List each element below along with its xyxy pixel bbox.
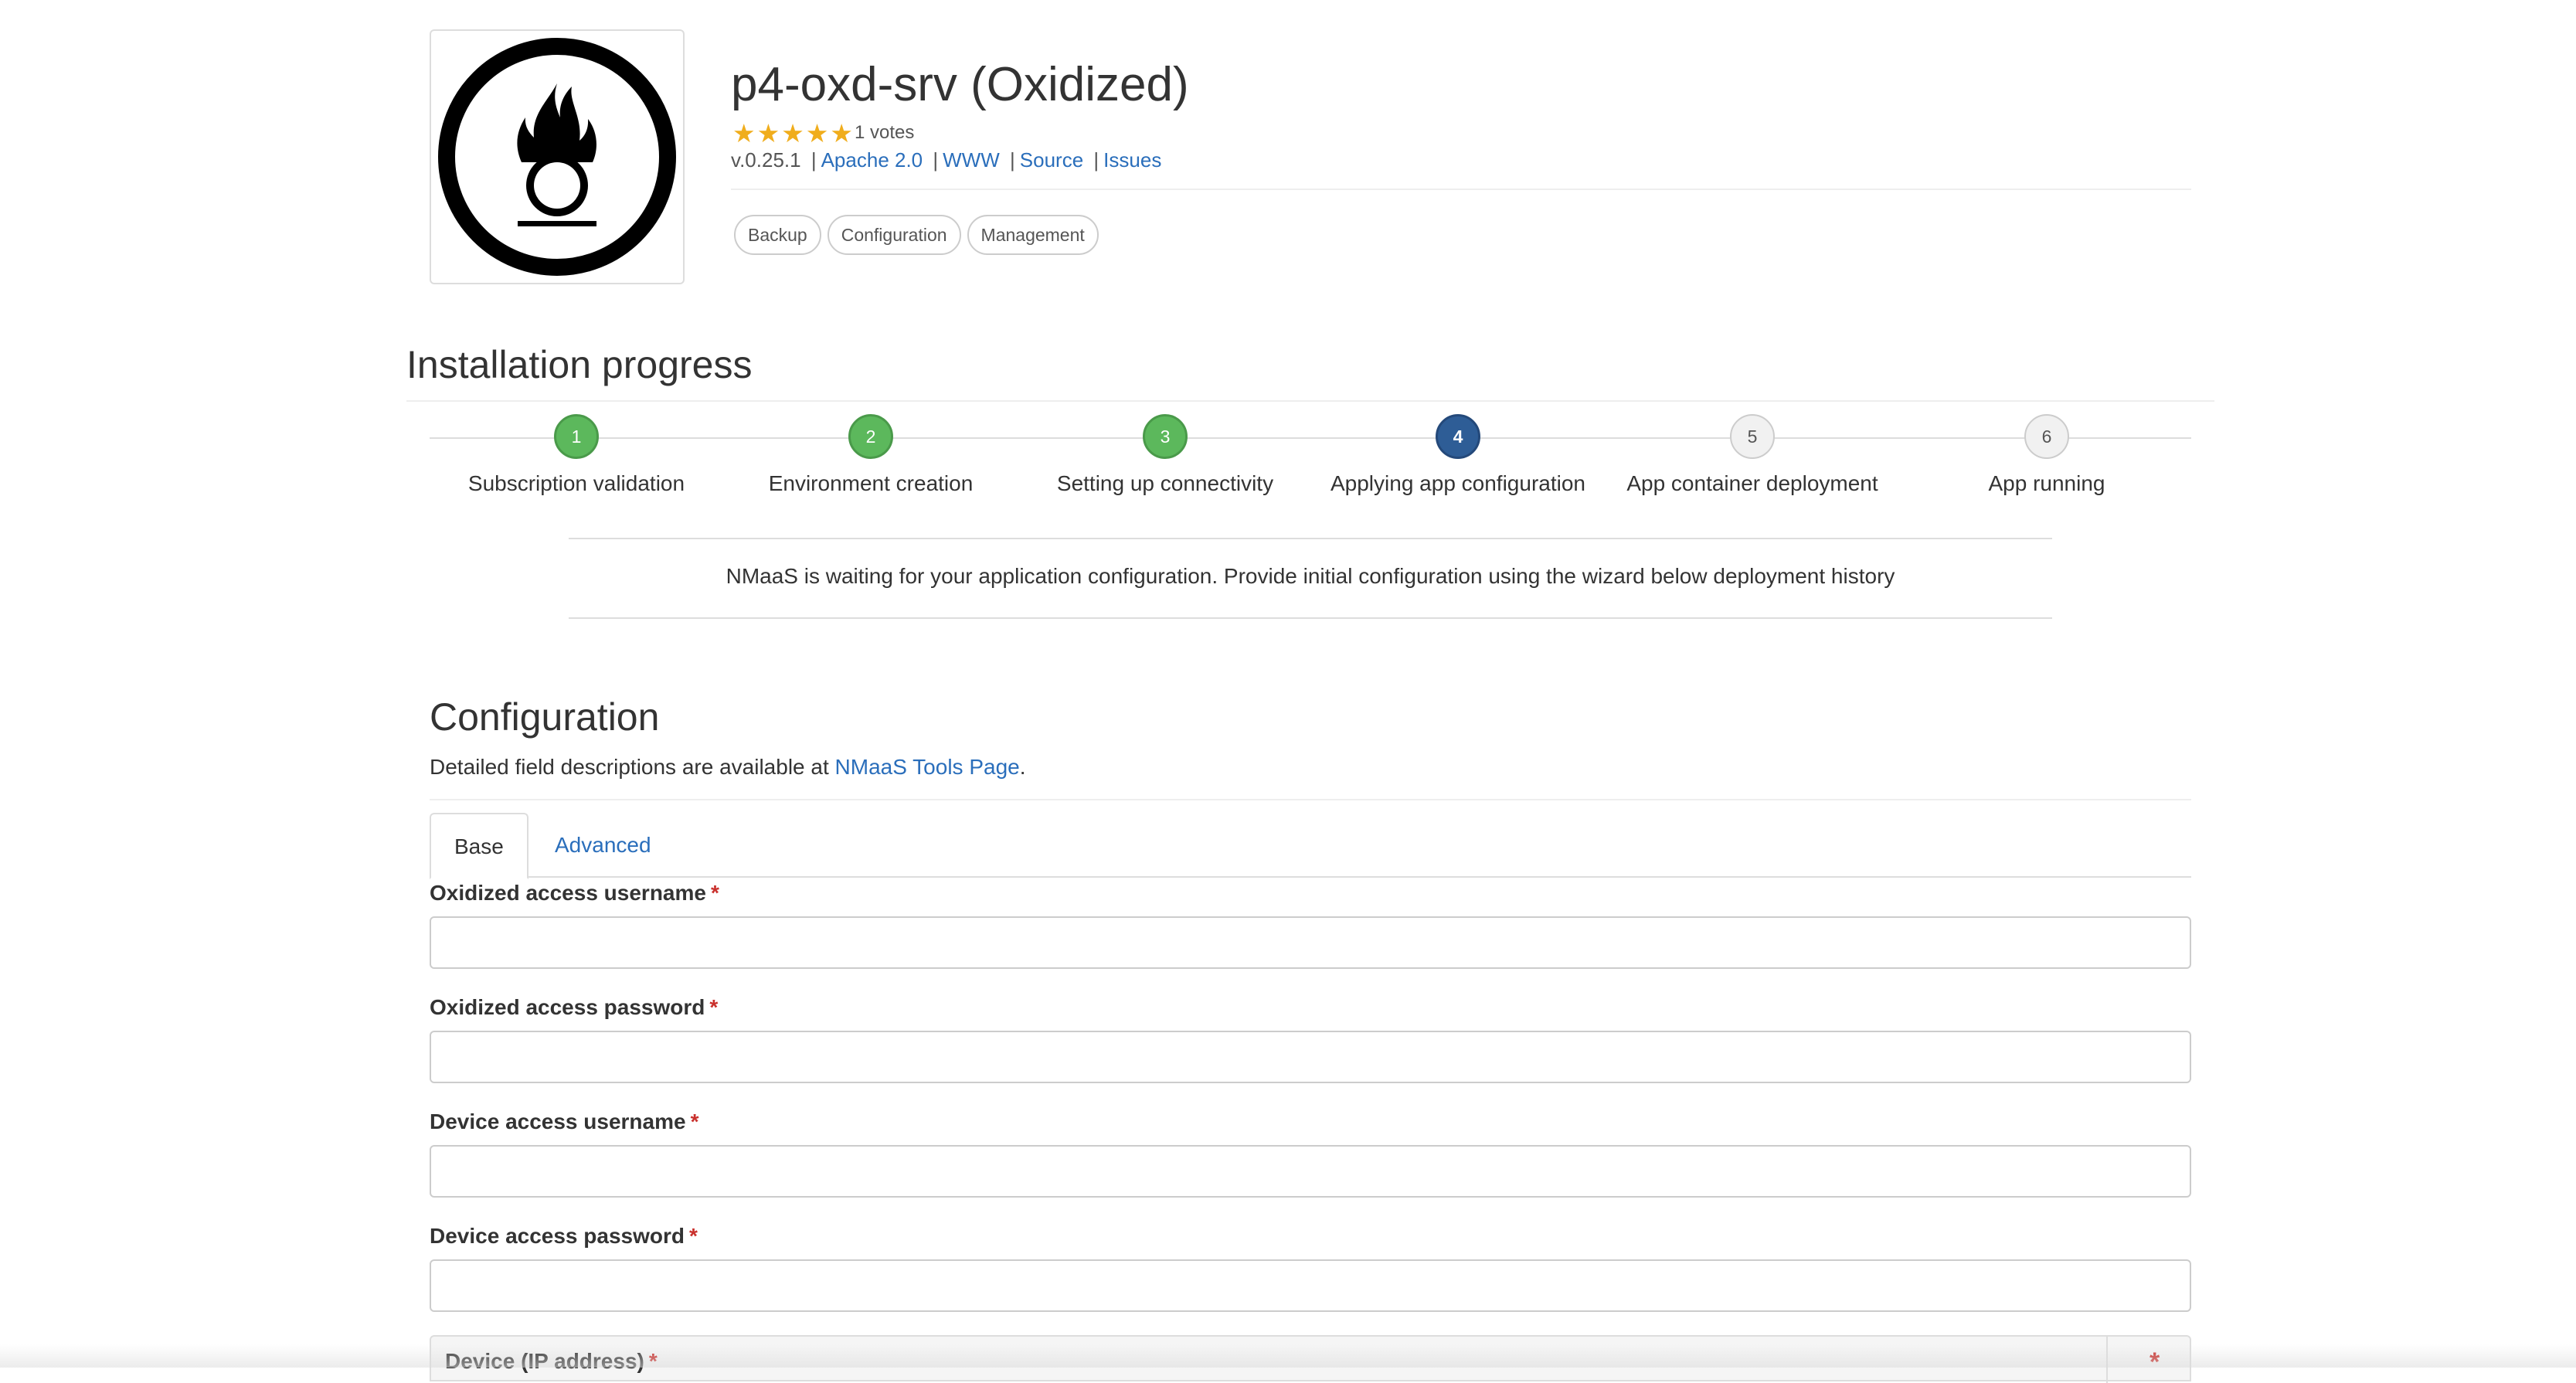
step-label: Setting up connectivity [1056,471,1274,495]
app-meta: v.0.25.1 | Apache 2.0 | WWW | Source | Issue… [731,148,1161,172]
star-icon: ★ [732,117,756,148]
app-version: v.0.25.1 [731,148,801,172]
tag-management[interactable]: Management [967,215,1099,255]
description-suffix: . [1019,755,1026,779]
divider [731,189,2191,190]
separator: | [1093,148,1099,172]
progress-title: Installation progress [406,343,753,386]
progress-step-4: 4 Applying app configuration [1296,414,1620,496]
oxidized-username-input[interactable] [430,916,2191,969]
required-marker: * [690,1109,699,1133]
device-username-label: Device access username * [430,1109,698,1134]
tag-list: Backup Configuration Management [734,215,1099,255]
step-number-badge: 1 [554,414,599,459]
device-password-input[interactable] [430,1259,2191,1312]
star-icon: ★ [756,117,780,148]
required-marker: * [648,1349,658,1373]
field-label-text: Device access username [430,1109,686,1133]
oxidized-password-input[interactable] [430,1031,2191,1083]
step-label: Subscription validation [467,471,685,495]
required-marker: * [2149,1347,2160,1377]
license-link[interactable]: Apache 2.0 [821,148,923,172]
device-ip-label: Device (IP address) * [445,1349,658,1374]
divider [430,799,2191,800]
separator: | [933,148,939,172]
field-label-text: Oxidized access password [430,995,705,1019]
field-label-text: Device (IP address) [445,1349,644,1373]
app-logo [430,29,685,284]
required-marker: * [709,995,719,1019]
rating: ★ ★ ★ ★ ★ 1 votes [732,119,914,147]
field-label-text: Oxidized access username [430,881,706,905]
app-title: p4-oxd-srv (Oxidized) [731,58,1189,111]
tag-backup[interactable]: Backup [734,215,821,255]
progress-step-2: 2 Environment creation [709,414,1033,496]
step-label: Applying app configuration [1330,471,1585,495]
step-number-badge: 3 [1143,414,1188,459]
divider [569,617,2052,619]
star-icon: ★ [781,117,804,148]
divider [2106,1337,2108,1383]
source-link[interactable]: Source [1020,148,1083,172]
tab-advanced[interactable]: Advanced [532,813,675,878]
progress-step-3: 3 Setting up connectivity [1003,414,1327,496]
separator: | [811,148,817,172]
step-number-badge: 4 [1436,414,1480,459]
progress-step-6: 6 App running [1884,414,2209,496]
step-number-badge: 6 [2024,414,2069,459]
tab-base[interactable]: Base [430,813,528,879]
configuration-title: Configuration [430,695,660,739]
description-text: Detailed field descriptions are availabl… [430,755,835,779]
oxidized-username-label: Oxidized access username * [430,881,719,906]
configuration-description: Detailed field descriptions are availabl… [430,755,1026,780]
step-number-badge: 2 [848,414,893,459]
votes-count: 1 votes [854,122,915,143]
configuration-tabs: Base Advanced [430,813,2191,879]
star-rating: ★ ★ ★ ★ ★ [732,121,853,146]
tag-configuration[interactable]: Configuration [827,215,961,255]
step-number-badge: 5 [1730,414,1775,459]
divider [569,538,2052,539]
progress-step-5: 5 App container deployment [1590,414,1915,496]
step-label: Environment creation [768,471,974,495]
star-icon: ★ [805,117,829,148]
oxidized-password-label: Oxidized access password * [430,995,718,1020]
field-label-text: Device access password [430,1224,685,1248]
oxidizer-hazard-icon [438,38,676,276]
progress-step-1: 1 Subscription validation [414,414,739,496]
www-link[interactable]: WWW [943,148,1000,172]
star-icon: ★ [830,117,853,148]
device-username-input[interactable] [430,1145,2191,1198]
divider [406,400,2214,402]
separator: | [1010,148,1015,172]
step-label: App running [1988,471,2105,495]
status-notice: NMaaS is waiting for your application co… [726,564,1895,588]
step-label: App container deployment [1626,471,1878,495]
device-ip-panel: Device (IP address) * * [430,1335,2191,1383]
issues-link[interactable]: Issues [1103,148,1161,172]
required-marker: * [710,881,719,905]
required-marker: * [688,1224,698,1248]
device-password-label: Device access password * [430,1224,698,1249]
nmaas-tools-link[interactable]: NMaaS Tools Page [835,755,1020,779]
